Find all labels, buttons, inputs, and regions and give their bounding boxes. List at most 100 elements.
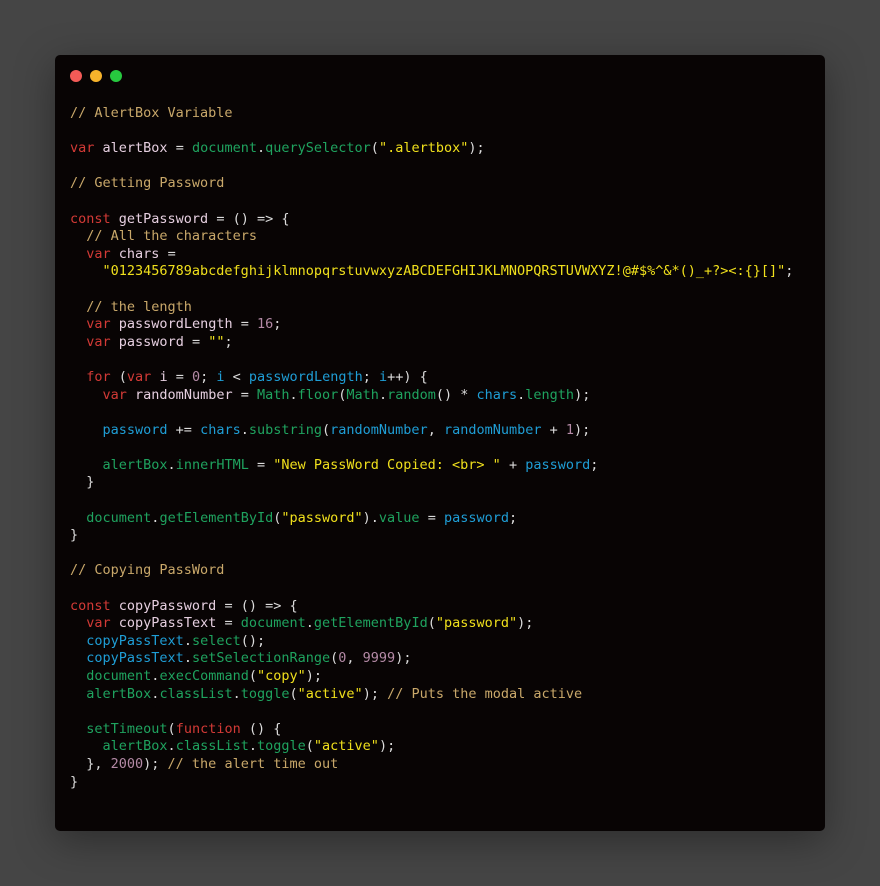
code-builtin: setSelectionRange (191, 650, 331, 667)
code-punctuation: }, (70, 755, 111, 772)
code-punctuation: < (224, 368, 249, 385)
code-builtin: document (191, 140, 257, 157)
code-punctuation: = (167, 368, 192, 385)
code-punctuation: ( (305, 738, 314, 755)
code-builtin: alertBox (102, 456, 168, 473)
code-number: 16 (256, 316, 274, 333)
code-punctuation (70, 316, 86, 332)
code-punctuation: ( (167, 720, 176, 737)
code-line: var chars = (70, 246, 793, 264)
code-line: alertBox.classList.toggle("active"); (70, 738, 793, 756)
code-punctuation (70, 334, 86, 350)
code-line: // All the characters (70, 228, 793, 246)
code-punctuation: ); (574, 421, 591, 438)
code-punctuation: ); (362, 685, 388, 702)
code-builtin: Math (346, 386, 379, 403)
code-identifier: randomNumber (135, 386, 233, 403)
code-punctuation: ; (273, 316, 282, 333)
code-punctuation: += (167, 421, 201, 438)
code-punctuation: ; (224, 333, 233, 350)
code-punctuation: . (167, 456, 176, 473)
code-punctuation: ; (362, 368, 379, 385)
code-identifier: password (118, 333, 184, 350)
code-punctuation: ; (590, 456, 599, 473)
code-identifier: chars (118, 245, 160, 262)
code-comment: // the length (86, 298, 192, 315)
code-line: copyPassText.select(); (70, 633, 793, 651)
code-string: "password" (435, 615, 518, 632)
code-builtin: getElementById (159, 509, 274, 526)
code-builtin: execCommand (159, 668, 249, 684)
code-punctuation: . (167, 738, 176, 755)
code-comment: // Getting Password (70, 175, 225, 192)
code-line: // Copying PassWord (70, 562, 793, 580)
code-punctuation (111, 211, 119, 227)
code-builtin: floor (297, 386, 339, 403)
code-number: 9999 (362, 650, 396, 667)
code-punctuation: ); (574, 386, 591, 403)
code-punctuation: = () => { (216, 597, 298, 614)
code-keyword: var (126, 368, 152, 385)
code-punctuation: ); (395, 650, 412, 667)
code-variable-ref: copyPassText (86, 632, 184, 649)
code-identifier: getPassword (118, 210, 209, 227)
maximize-button[interactable] (110, 70, 122, 82)
code-builtin: Math (256, 386, 290, 403)
code-builtin: document (86, 509, 152, 526)
code-punctuation (70, 263, 103, 279)
minimize-button[interactable] (90, 70, 102, 82)
code-builtin: alertBox (86, 685, 152, 702)
code-punctuation (70, 510, 86, 526)
code-builtin: innerHTML (175, 456, 249, 473)
code-builtin: value (378, 509, 420, 526)
code-punctuation: ); (143, 755, 168, 772)
close-button[interactable] (70, 70, 82, 82)
code-punctuation (70, 457, 103, 473)
code-keyword: var (86, 333, 111, 350)
code-line: const getPassword = () => { (70, 211, 793, 229)
code-punctuation: + (500, 456, 526, 473)
code-keyword: var (86, 245, 111, 262)
code-line: } (70, 474, 793, 492)
code-punctuation: = (232, 386, 257, 403)
code-variable-ref: passwordLength (248, 368, 363, 385)
code-punctuation: ); (378, 738, 396, 755)
code-identifier: copyPassText (118, 615, 217, 632)
code-punctuation: = (159, 245, 176, 262)
code-identifier: i (159, 368, 168, 385)
code-number: 0 (191, 368, 201, 385)
code-punctuation (70, 246, 86, 262)
code-punctuation: ; (785, 263, 794, 280)
code-punctuation (70, 387, 103, 403)
code-punctuation: = (167, 140, 192, 157)
code-punctuation: ( (370, 140, 379, 157)
code-variable-ref: randomNumber (330, 421, 428, 438)
code-line: const copyPassword = () => { (70, 598, 793, 616)
code-line: document.getElementById("password").valu… (70, 510, 793, 528)
code-builtin: document (86, 668, 152, 684)
code-variable-ref: chars (200, 421, 241, 438)
code-line: } (70, 527, 793, 545)
code-punctuation: + (541, 421, 566, 438)
code-punctuation: ); (305, 668, 323, 684)
code-punctuation: ( (248, 668, 257, 684)
code-builtin: toggle (240, 685, 290, 702)
code-comment: // Puts the modal active (387, 685, 583, 702)
code-punctuation (127, 387, 135, 403)
code-identifier: passwordLength (118, 316, 233, 333)
code-variable-ref: i (216, 368, 225, 385)
code-punctuation (70, 228, 86, 244)
code-line: } (70, 774, 793, 792)
code-punctuation: . (248, 738, 257, 755)
code-variable-ref: randomNumber (443, 421, 542, 438)
code-punctuation: } (70, 773, 79, 790)
code-variable-ref: copyPassText (86, 650, 184, 667)
code-punctuation: = (248, 456, 274, 473)
code-punctuation: = (216, 615, 241, 632)
code-line: var alertBox = document.querySelector(".… (70, 140, 793, 158)
code-builtin: classList (175, 738, 249, 755)
